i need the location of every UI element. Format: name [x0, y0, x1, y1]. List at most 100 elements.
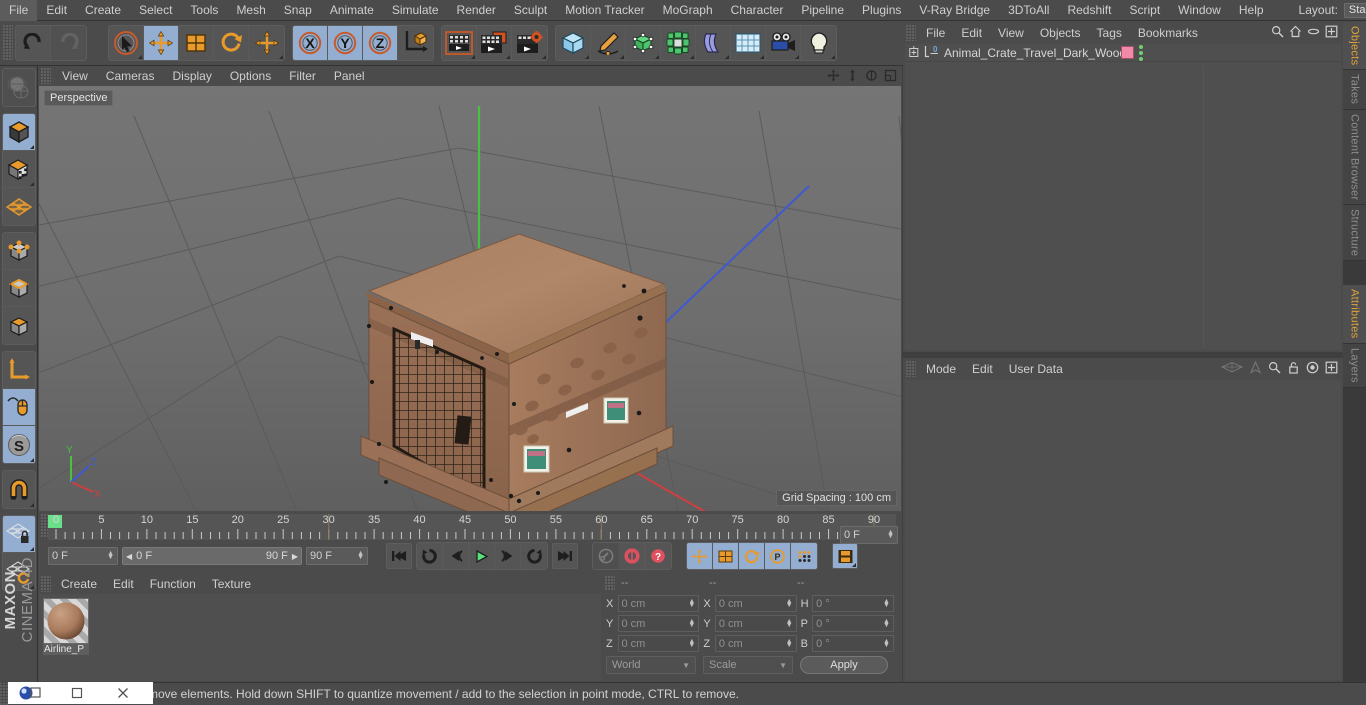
- menu-simulate[interactable]: Simulate: [383, 0, 448, 21]
- coordinate-field-size-y[interactable]: 0 cm ▲ ▼: [714, 615, 797, 632]
- menu-create[interactable]: Create: [76, 0, 130, 21]
- spinner-icon[interactable]: ▲ ▼: [883, 618, 890, 629]
- menu-file[interactable]: File: [0, 0, 38, 21]
- menu-redshift[interactable]: Redshift: [1058, 0, 1120, 21]
- object-menu-view[interactable]: View: [990, 22, 1032, 44]
- menu-select[interactable]: Select: [130, 0, 181, 21]
- x-axis-icon[interactable]: X: [293, 26, 328, 60]
- coordinate-system-select[interactable]: World ▼: [606, 656, 696, 674]
- model-mode-icon[interactable]: [2, 114, 35, 151]
- menu-animate[interactable]: Animate: [321, 0, 383, 21]
- expand-toggle-icon[interactable]: [909, 45, 920, 60]
- material-menu-edit[interactable]: Edit: [105, 574, 142, 594]
- menu-snap[interactable]: Snap: [275, 0, 321, 21]
- spinner-icon[interactable]: ▲ ▼: [357, 550, 364, 561]
- rotate-icon[interactable]: [214, 26, 249, 60]
- overflow-corner-icon[interactable]: [831, 55, 835, 59]
- coordinate-field-position-x[interactable]: 0 cm ▲ ▼: [617, 595, 700, 612]
- menu-character[interactable]: Character: [722, 0, 793, 21]
- z-axis-icon[interactable]: Z: [363, 26, 398, 60]
- material-list[interactable]: Airline_P: [39, 594, 601, 681]
- menu-motion-tracker[interactable]: Motion Tracker: [556, 0, 653, 21]
- attribute-menu-user-data[interactable]: User Data: [1001, 358, 1071, 380]
- material-grip[interactable]: [41, 576, 51, 592]
- coordinate-field-position-z[interactable]: 0 cm ▲ ▼: [617, 635, 700, 652]
- viewport-menu-options[interactable]: Options: [221, 66, 280, 86]
- material-menu-function[interactable]: Function: [142, 574, 204, 594]
- visibility-dots-icon[interactable]: [1139, 44, 1143, 61]
- tab-attributes[interactable]: Attributes: [1343, 285, 1366, 344]
- attribute-content[interactable]: [905, 380, 1341, 680]
- menu-plugins[interactable]: Plugins: [853, 0, 910, 21]
- current-frame-field[interactable]: 0 F ▲ ▼: [48, 547, 118, 565]
- rotation-key-button[interactable]: [739, 543, 765, 569]
- render-picture-viewer-icon[interactable]: [477, 26, 512, 60]
- timeline-button[interactable]: [832, 543, 858, 569]
- step-forward-button[interactable]: [495, 543, 521, 569]
- menu-3dtoall[interactable]: 3DToAll: [999, 0, 1058, 21]
- home-icon[interactable]: [1289, 25, 1302, 41]
- viewport-3d[interactable]: Perspective Grid Spacing : 100 cm Y X Z: [39, 86, 901, 511]
- tab-structure[interactable]: Structure: [1343, 205, 1366, 262]
- mograph-cloner-icon[interactable]: [661, 26, 696, 60]
- record-key-button[interactable]: [593, 543, 619, 569]
- overflow-corner-icon[interactable]: [138, 55, 142, 59]
- menu-sculpt[interactable]: Sculpt: [505, 0, 556, 21]
- y-axis-icon[interactable]: Y: [328, 26, 363, 60]
- lock-icon[interactable]: [1287, 361, 1300, 377]
- object-menu-bookmarks[interactable]: Bookmarks: [1130, 22, 1206, 44]
- overflow-corner-icon[interactable]: [29, 182, 34, 186]
- menu-mograph[interactable]: MoGraph: [654, 0, 722, 21]
- timeline-ruler[interactable]: 0 5 10 15 20 25 30 35 40 45 50 55 60 65 70 75 80 85 90: [48, 514, 896, 540]
- point-mode-icon[interactable]: [2, 233, 35, 270]
- frame-field-right[interactable]: 0 F ▲ ▼: [840, 526, 898, 544]
- cube-primitive-icon[interactable]: [556, 26, 591, 60]
- pan-icon[interactable]: [826, 68, 841, 83]
- material-menu-texture[interactable]: Texture: [204, 574, 259, 594]
- environment-floor-icon[interactable]: [731, 26, 766, 60]
- edge-mode-icon[interactable]: [2, 270, 35, 307]
- spinner-icon[interactable]: ▲ ▼: [883, 598, 890, 609]
- object-row[interactable]: 0 Animal_Crate_Travel_Dark_Wood: [905, 44, 1341, 62]
- viewport-solo-icon[interactable]: [2, 389, 35, 426]
- previous-key-button[interactable]: [417, 543, 443, 569]
- minimize-button[interactable]: [54, 682, 100, 704]
- material-tag-icon[interactable]: [1121, 46, 1134, 59]
- autokeying-button[interactable]: [619, 543, 645, 569]
- viewport-menu-view[interactable]: View: [53, 66, 97, 86]
- tab-content-browser[interactable]: Content Browser: [1343, 109, 1366, 206]
- viewport-menu-cameras[interactable]: Cameras: [97, 66, 164, 86]
- menu-window[interactable]: Window: [1169, 0, 1230, 21]
- overflow-corner-icon[interactable]: [506, 55, 510, 59]
- object-menu-edit[interactable]: Edit: [953, 22, 990, 44]
- tab-takes[interactable]: Takes: [1343, 70, 1366, 110]
- coordinate-field-size-x[interactable]: 0 cm ▲ ▼: [714, 595, 797, 612]
- viewport-menu-display[interactable]: Display: [163, 66, 220, 86]
- keyframe-selection-button[interactable]: ?: [645, 543, 671, 569]
- search-icon[interactable]: [1271, 25, 1284, 41]
- world-coord-icon[interactable]: [398, 26, 433, 60]
- overflow-corner-icon[interactable]: [620, 55, 624, 59]
- overflow-corner-icon[interactable]: [795, 55, 799, 59]
- overflow-corner-icon[interactable]: [690, 55, 694, 59]
- polygon-grid-icon[interactable]: [2, 188, 35, 225]
- snap-s-icon[interactable]: S: [2, 426, 35, 463]
- spinner-icon[interactable]: ▲ ▼: [883, 638, 890, 649]
- viewport-menu-filter[interactable]: Filter: [280, 66, 325, 86]
- texture-axis-icon[interactable]: [2, 69, 35, 106]
- deformer-bend-icon[interactable]: [696, 26, 731, 60]
- coordinate-field-size-z[interactable]: 0 cm ▲ ▼: [714, 635, 797, 652]
- spinner-icon[interactable]: ▲ ▼: [786, 618, 793, 629]
- step-back-button[interactable]: [443, 543, 469, 569]
- maximize-viewport-icon[interactable]: [883, 68, 898, 83]
- move-alt-icon[interactable]: [249, 26, 284, 60]
- apply-button[interactable]: Apply: [800, 656, 888, 674]
- menu-script[interactable]: Script: [1120, 0, 1169, 21]
- overflow-corner-icon[interactable]: [29, 145, 34, 149]
- texture-mode-icon[interactable]: [2, 151, 35, 188]
- dolly-icon[interactable]: [845, 68, 860, 83]
- next-key-button[interactable]: [521, 543, 547, 569]
- select-live-icon[interactable]: [109, 26, 144, 60]
- toolbar-grip[interactable]: [3, 25, 13, 61]
- object-manager-grip[interactable]: [906, 25, 916, 41]
